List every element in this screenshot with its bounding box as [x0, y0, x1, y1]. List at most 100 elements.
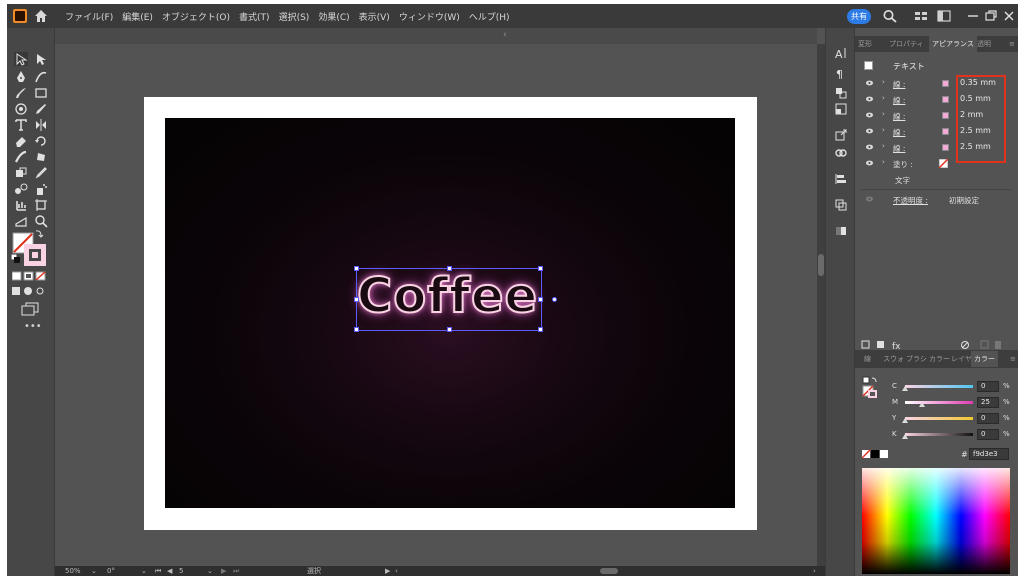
artboard-tool-icon[interactable]: [34, 198, 48, 212]
links-panel-icon[interactable]: [834, 146, 848, 160]
symbol-sprayer-tool-icon[interactable]: [34, 182, 48, 196]
eraser-tool-icon[interactable]: [14, 134, 28, 148]
resize-handle[interactable]: [447, 327, 452, 332]
pencil-tool-icon[interactable]: [34, 102, 48, 116]
stroke-color-swatch[interactable]: [942, 112, 949, 119]
pen-tool-icon[interactable]: [14, 70, 28, 84]
expand-arrow-icon[interactable]: ›: [882, 158, 885, 166]
zoom-tool-icon[interactable]: [34, 214, 48, 228]
expand-arrow-icon[interactable]: ›: [882, 78, 885, 86]
yellow-slider-thumb[interactable]: [902, 418, 908, 423]
first-artboard-icon[interactable]: ⏮: [155, 566, 161, 576]
shaper-tool-icon[interactable]: [14, 102, 28, 116]
type-tool-icon[interactable]: [14, 118, 28, 132]
stroke-label[interactable]: 線 :: [893, 127, 905, 138]
close-icon[interactable]: [1001, 9, 1017, 23]
opacity-label[interactable]: 不透明度 :: [893, 195, 928, 206]
resize-handle[interactable]: [354, 327, 359, 332]
reflect-tool-icon[interactable]: [34, 118, 48, 132]
vertical-scroll-thumb[interactable]: [818, 254, 824, 276]
status-menu-arrow-icon[interactable]: ▶: [385, 566, 390, 576]
hex-value-field[interactable]: f9d3e3: [969, 448, 1009, 460]
align-panel-icon[interactable]: [834, 172, 848, 186]
menu-object[interactable]: オブジェクト(O): [162, 10, 230, 23]
direct-selection-tool-icon[interactable]: [34, 52, 48, 66]
cyan-slider-row[interactable]: C 0 %: [855, 380, 1018, 394]
scroll-right-icon[interactable]: ›: [813, 566, 816, 576]
resize-handle[interactable]: [538, 266, 543, 271]
menu-type[interactable]: 書式(T): [239, 10, 270, 23]
text-path-handle[interactable]: [552, 297, 557, 302]
character-panel-icon[interactable]: A: [834, 46, 848, 60]
expand-arrow-icon[interactable]: ›: [882, 94, 885, 102]
fill-label[interactable]: 塗り :: [893, 159, 913, 170]
black-value-field[interactable]: 0: [977, 429, 999, 440]
cyan-slider-thumb[interactable]: [902, 386, 908, 391]
visibility-eye-icon[interactable]: [866, 112, 873, 118]
prev-artboard-icon[interactable]: ◀: [167, 566, 172, 576]
expand-arrow-icon[interactable]: ›: [882, 110, 885, 118]
collapse-arrow-icon[interactable]: ‹: [503, 30, 507, 40]
black-slider-thumb[interactable]: [902, 434, 908, 439]
visibility-eye-icon[interactable]: [866, 144, 873, 150]
menu-effect[interactable]: 効果(C): [318, 10, 349, 23]
dark-background-artwork[interactable]: Coffee: [165, 118, 735, 508]
expand-arrow-icon[interactable]: ›: [882, 126, 885, 134]
visibility-eye-icon[interactable]: [866, 128, 873, 134]
gradient-panel-icon[interactable]: [834, 224, 848, 238]
tab-stroke[interactable]: 線: [864, 351, 871, 367]
tab-color[interactable]: カラー: [971, 351, 998, 367]
tab-transform[interactable]: 変形: [858, 36, 872, 52]
expand-arrow-icon[interactable]: ›: [882, 142, 885, 150]
canvas-area[interactable]: Coffee: [55, 44, 817, 566]
last-artboard-icon[interactable]: ⏭: [233, 566, 239, 576]
menu-view[interactable]: 表示(V): [359, 10, 390, 23]
search-icon[interactable]: [882, 9, 898, 23]
export-panel-icon[interactable]: [834, 128, 848, 142]
transform-panel-icon[interactable]: [834, 102, 848, 116]
tab-properties[interactable]: プロパティ: [889, 36, 924, 52]
black-slider-row[interactable]: K 0 %: [855, 428, 1018, 442]
magenta-value-field[interactable]: 25: [977, 397, 999, 408]
resize-handle[interactable]: [354, 297, 359, 302]
opacity-value[interactable]: 初期設定: [949, 195, 979, 206]
magenta-slider-track[interactable]: [905, 401, 973, 404]
eyedropper-tool-icon[interactable]: [34, 166, 48, 180]
yellow-slider-row[interactable]: Y 0 %: [855, 412, 1018, 426]
color-mode-buttons[interactable]: [12, 271, 48, 281]
home-icon[interactable]: [33, 8, 49, 24]
artboard-number[interactable]: 5: [179, 566, 183, 576]
more-tools-icon[interactable]: •••: [24, 321, 42, 332]
default-fill-stroke-icon[interactable]: [11, 254, 20, 263]
quick-color-swatches[interactable]: [862, 449, 888, 459]
zoom-dropdown-icon[interactable]: ⌄: [91, 566, 97, 576]
yellow-slider-track[interactable]: [905, 417, 973, 420]
magenta-slider-row[interactable]: M 25 %: [855, 396, 1018, 410]
visibility-eye-icon[interactable]: [866, 96, 873, 102]
tab-appearance[interactable]: アピアランス: [929, 36, 977, 52]
yellow-value-field[interactable]: 0: [977, 413, 999, 424]
resize-handle[interactable]: [538, 297, 543, 302]
tab-swatches[interactable]: スウォ: [883, 351, 904, 367]
tab-transparency[interactable]: 透明: [977, 36, 991, 52]
free-transform-tool-icon[interactable]: [34, 150, 48, 164]
rotate-tool-icon[interactable]: [34, 134, 48, 148]
zoom-level[interactable]: 50%: [65, 566, 81, 576]
stroke-color-swatch[interactable]: [942, 80, 949, 87]
character-label[interactable]: 文字: [895, 175, 910, 186]
stroke-label[interactable]: 線 :: [893, 79, 905, 90]
brush-tool-icon[interactable]: [14, 86, 28, 100]
arrange-documents-icon[interactable]: [936, 9, 952, 23]
panel-menu-icon[interactable]: ≡: [1009, 36, 1015, 52]
slice-tool-icon[interactable]: [14, 214, 28, 228]
black-slider-track[interactable]: [905, 433, 973, 436]
minimize-icon[interactable]: [965, 9, 981, 23]
magenta-slider-thumb[interactable]: [919, 402, 925, 407]
stroke-color-swatch[interactable]: [942, 128, 949, 135]
cyan-slider-track[interactable]: [905, 385, 973, 388]
workspace-grid-icon[interactable]: [913, 9, 929, 23]
selection-tool-icon[interactable]: [14, 52, 28, 66]
column-graph-tool-icon[interactable]: [14, 198, 28, 212]
swap-fill-stroke-icon[interactable]: [34, 228, 44, 238]
rotate-dropdown-icon[interactable]: ⌄: [141, 566, 147, 576]
